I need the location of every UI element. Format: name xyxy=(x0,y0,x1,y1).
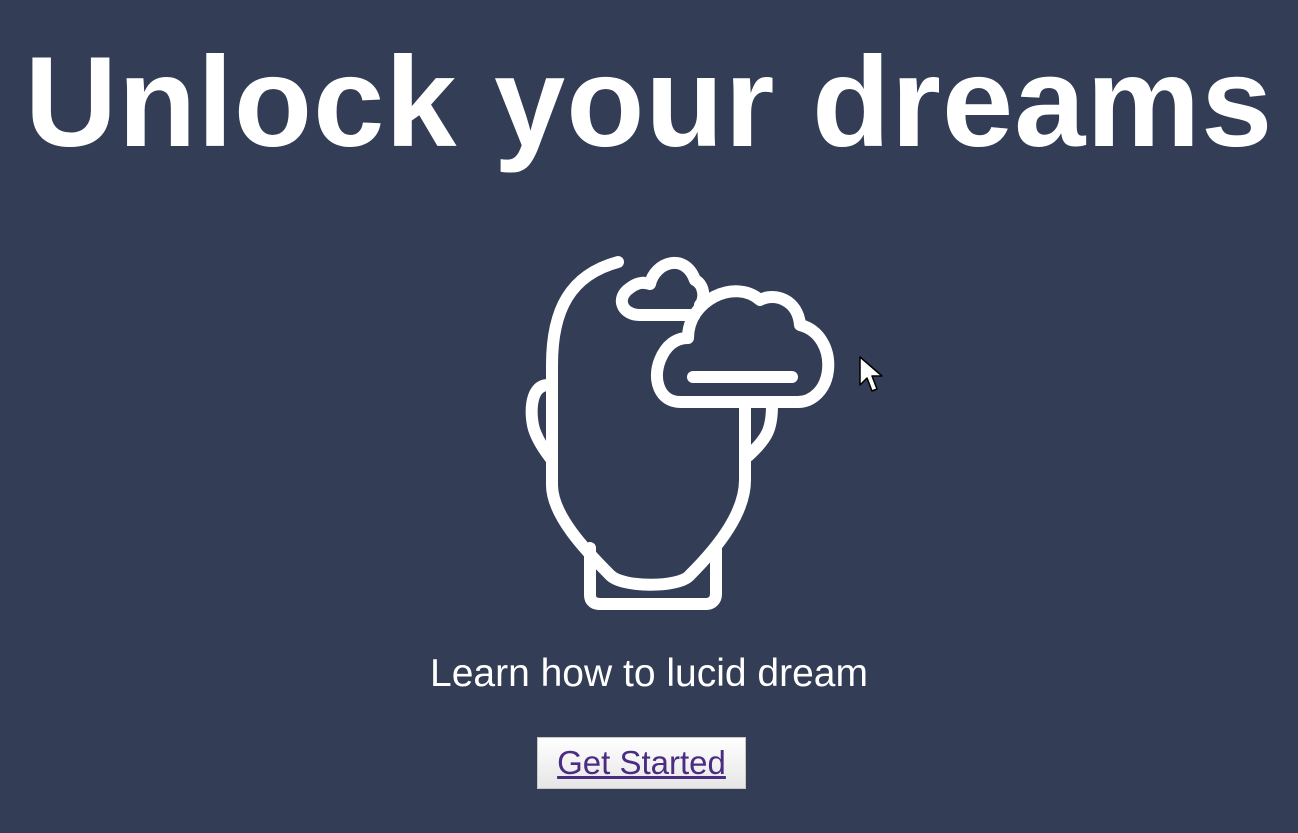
mouse-pointer-icon xyxy=(859,356,883,392)
hero-title: Unlock your dreams xyxy=(24,31,1274,174)
hero-subtitle: Learn how to lucid dream xyxy=(430,652,868,695)
get-started-button[interactable]: Get Started xyxy=(537,737,746,789)
get-started-link[interactable]: Get Started xyxy=(557,745,726,781)
landing-page: Unlock your dreams Learn how to lucid dr… xyxy=(0,0,1298,833)
dreaming-head-with-clouds-icon xyxy=(525,256,835,610)
